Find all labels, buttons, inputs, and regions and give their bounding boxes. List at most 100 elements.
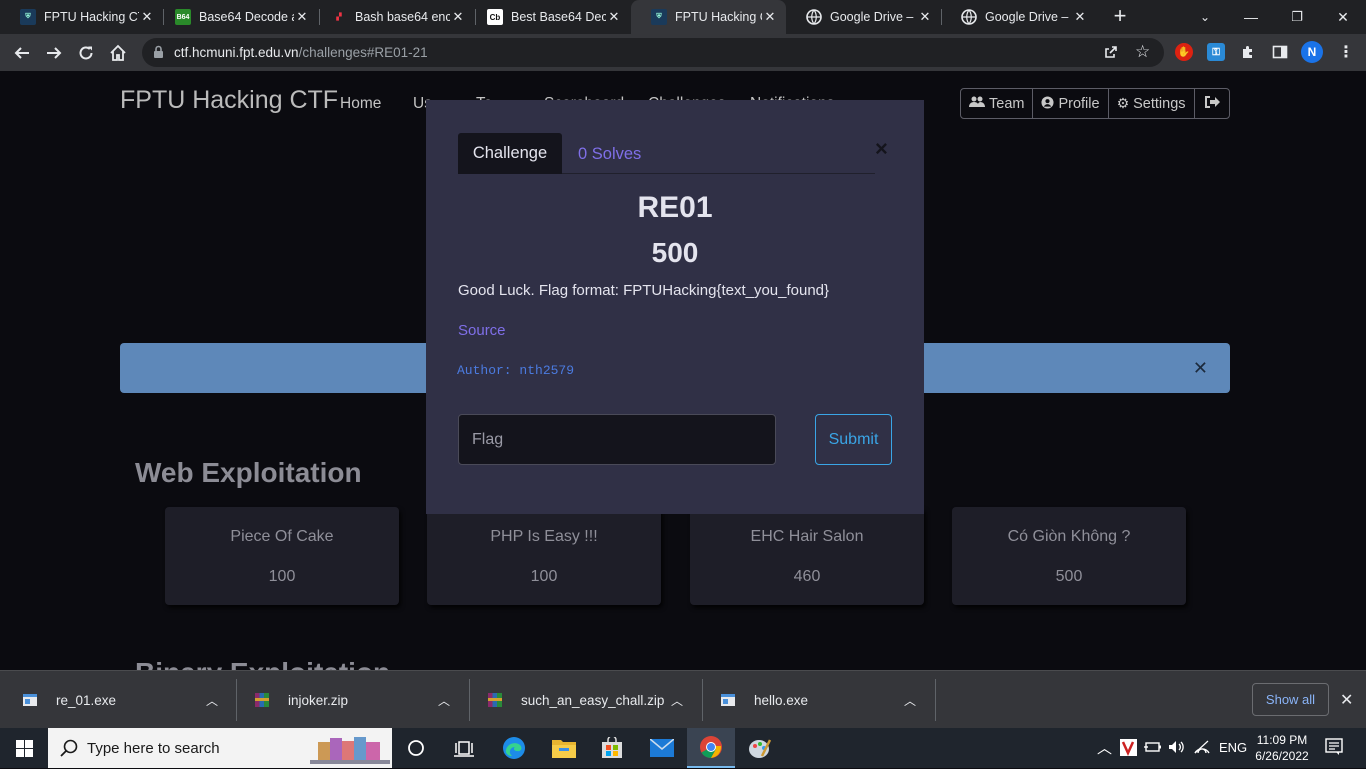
cortana-circle-icon[interactable]: [392, 728, 440, 768]
browser-tab[interactable]: ▞ Bash base64 encode ✕: [311, 0, 474, 34]
account-button-group: Team Profile ⚙ Settings: [960, 88, 1230, 119]
downloads-bar: re_01.exe ︿ injoker.zip ︿ such_an_easy_c…: [0, 670, 1366, 728]
profile-avatar[interactable]: N: [1301, 41, 1323, 63]
taskbar-search-box[interactable]: Type here to search: [48, 728, 392, 768]
adblock-extension-icon[interactable]: ✋: [1175, 43, 1193, 61]
edge-browser-icon[interactable]: [490, 728, 538, 768]
site-brand[interactable]: FPTU Hacking CTF: [120, 86, 338, 115]
close-tab-icon[interactable]: ✕: [294, 9, 310, 25]
browser-menu-kebab-icon[interactable]: ⋮: [1337, 43, 1355, 61]
battery-plugged-icon[interactable]: [1144, 740, 1162, 757]
nav-home[interactable]: Home: [340, 95, 381, 113]
tab-title: Bash base64 encode: [355, 10, 450, 24]
url-text: ctf.hcmuni.fpt.edu.vn/challenges#RE01-21: [174, 45, 428, 60]
chevron-up-icon[interactable]: ︿: [206, 692, 218, 709]
sign-out-icon: [1204, 95, 1220, 113]
settings-button[interactable]: ⚙ Settings: [1109, 89, 1195, 118]
category-title: Binary Exploitation: [135, 657, 390, 670]
download-item[interactable]: such_an_easy_chall.zip ︿: [487, 678, 693, 722]
close-tab-icon[interactable]: ✕: [762, 9, 778, 25]
challenge-name: Có Giòn Không ?: [1007, 528, 1131, 545]
close-tab-icon[interactable]: ✕: [139, 9, 155, 25]
reload-icon[interactable]: [73, 40, 99, 66]
chevron-up-icon[interactable]: ︿: [671, 692, 683, 709]
taskbar-clock[interactable]: 11:09 PM 6/26/2022: [1249, 732, 1315, 764]
lock-icon[interactable]: [153, 45, 164, 64]
zip-archive-icon: [487, 692, 503, 708]
window-close-icon[interactable]: ✕: [1320, 0, 1366, 34]
challenge-card[interactable]: Có Giòn Không ? 500: [952, 507, 1186, 605]
download-item[interactable]: hello.exe ︿: [720, 678, 926, 722]
extension-key-icon[interactable]: ⚿: [1207, 43, 1225, 61]
input-language[interactable]: ENG: [1219, 740, 1247, 755]
address-bar[interactable]: ctf.hcmuni.fpt.edu.vn/challenges#RE01-21…: [142, 38, 1164, 67]
download-item[interactable]: injoker.zip ︿: [254, 678, 460, 722]
challenge-description: Good Luck. Flag format: FPTUHacking{text…: [458, 282, 830, 299]
tab-challenge[interactable]: Challenge: [458, 133, 562, 174]
source-link[interactable]: Source: [458, 322, 506, 339]
exe-file-icon: [720, 692, 736, 708]
download-divider: [702, 679, 703, 721]
network-wifi-icon[interactable]: [1194, 740, 1210, 757]
close-tab-icon[interactable]: ✕: [450, 9, 466, 25]
browser-tab[interactable]: ⛨ FPTU Hacking CTF ✕: [0, 0, 163, 34]
challenge-card[interactable]: Piece Of Cake 100: [165, 507, 399, 605]
side-panel-icon[interactable]: [1271, 43, 1289, 61]
tray-chevron-up-icon[interactable]: ︿: [1097, 737, 1112, 758]
chrome-taskbar-icon[interactable]: [687, 728, 735, 768]
task-view-icon[interactable]: [440, 728, 488, 768]
microsoft-store-icon[interactable]: [588, 728, 636, 768]
close-tab-icon[interactable]: ✕: [606, 9, 622, 25]
challenge-points: 500: [651, 237, 699, 268]
flag-input[interactable]: [458, 414, 776, 465]
chevron-up-icon[interactable]: ︿: [438, 692, 450, 709]
paint-app-icon[interactable]: [736, 728, 784, 768]
challenge-card[interactable]: EHC Hair Salon 460: [690, 507, 924, 605]
browser-tab[interactable]: Google Drive – C ✕: [786, 0, 941, 34]
new-tab-plus-icon[interactable]: +: [1108, 5, 1132, 29]
globe-favicon-icon: [961, 9, 977, 25]
browser-tab[interactable]: Cb Best Base64 Decoder ✕: [467, 0, 630, 34]
challenge-card[interactable]: PHP Is Easy !!! 100: [427, 507, 661, 605]
settings-label: Settings: [1133, 95, 1186, 112]
file-explorer-icon[interactable]: [540, 728, 588, 768]
extensions-puzzle-icon[interactable]: [1239, 43, 1257, 61]
browser-tab[interactable]: B64 Base64 Decode and Encode ✕: [155, 0, 318, 34]
logout-button[interactable]: [1195, 89, 1229, 118]
team-label: Team: [989, 95, 1025, 112]
alert-close-icon[interactable]: ✕: [1193, 358, 1208, 379]
modal-close-icon[interactable]: ×: [875, 136, 888, 162]
close-downloads-icon[interactable]: ✕: [1340, 690, 1353, 710]
notification-center-icon[interactable]: [1325, 738, 1343, 759]
home-icon[interactable]: [105, 40, 131, 66]
modal-tabs: Challenge 0 Solves: [458, 133, 875, 174]
volume-speaker-icon[interactable]: [1168, 740, 1186, 757]
profile-label: Profile: [1058, 95, 1100, 112]
browser-tab-active[interactable]: ⛨ FPTU Hacking CTF ✕: [631, 0, 786, 34]
users-icon: [969, 96, 985, 111]
submit-button[interactable]: Submit: [815, 414, 892, 465]
close-tab-icon[interactable]: ✕: [1072, 9, 1088, 25]
share-icon[interactable]: [1103, 44, 1119, 64]
bookmark-star-icon[interactable]: ☆: [1135, 42, 1150, 62]
minimize-icon[interactable]: —: [1228, 0, 1274, 34]
show-all-downloads-button[interactable]: Show all: [1252, 683, 1329, 716]
forward-arrow-icon[interactable]: [41, 40, 67, 66]
windows-start-icon[interactable]: [0, 728, 48, 768]
mail-icon[interactable]: [638, 728, 686, 768]
close-tab-icon[interactable]: ✕: [917, 9, 933, 25]
tab-title: Best Base64 Decoder: [511, 10, 606, 24]
tray-app-icon[interactable]: [1120, 739, 1137, 759]
b64-favicon-icon: B64: [175, 9, 191, 25]
tab-solves[interactable]: 0 Solves: [578, 145, 641, 164]
download-item[interactable]: re_01.exe ︿: [22, 678, 228, 722]
chevron-up-icon[interactable]: ︿: [904, 692, 916, 709]
restore-icon[interactable]: ❐: [1274, 0, 1320, 34]
back-arrow-icon[interactable]: [9, 40, 35, 66]
tab-search-chevron-icon[interactable]: ⌄: [1182, 0, 1228, 34]
search-icon: [60, 739, 78, 762]
team-button[interactable]: Team: [961, 89, 1034, 118]
download-filename: re_01.exe: [56, 692, 117, 708]
profile-button[interactable]: Profile: [1033, 89, 1109, 118]
browser-tab[interactable]: Google Drive – C ✕: [941, 0, 1096, 34]
